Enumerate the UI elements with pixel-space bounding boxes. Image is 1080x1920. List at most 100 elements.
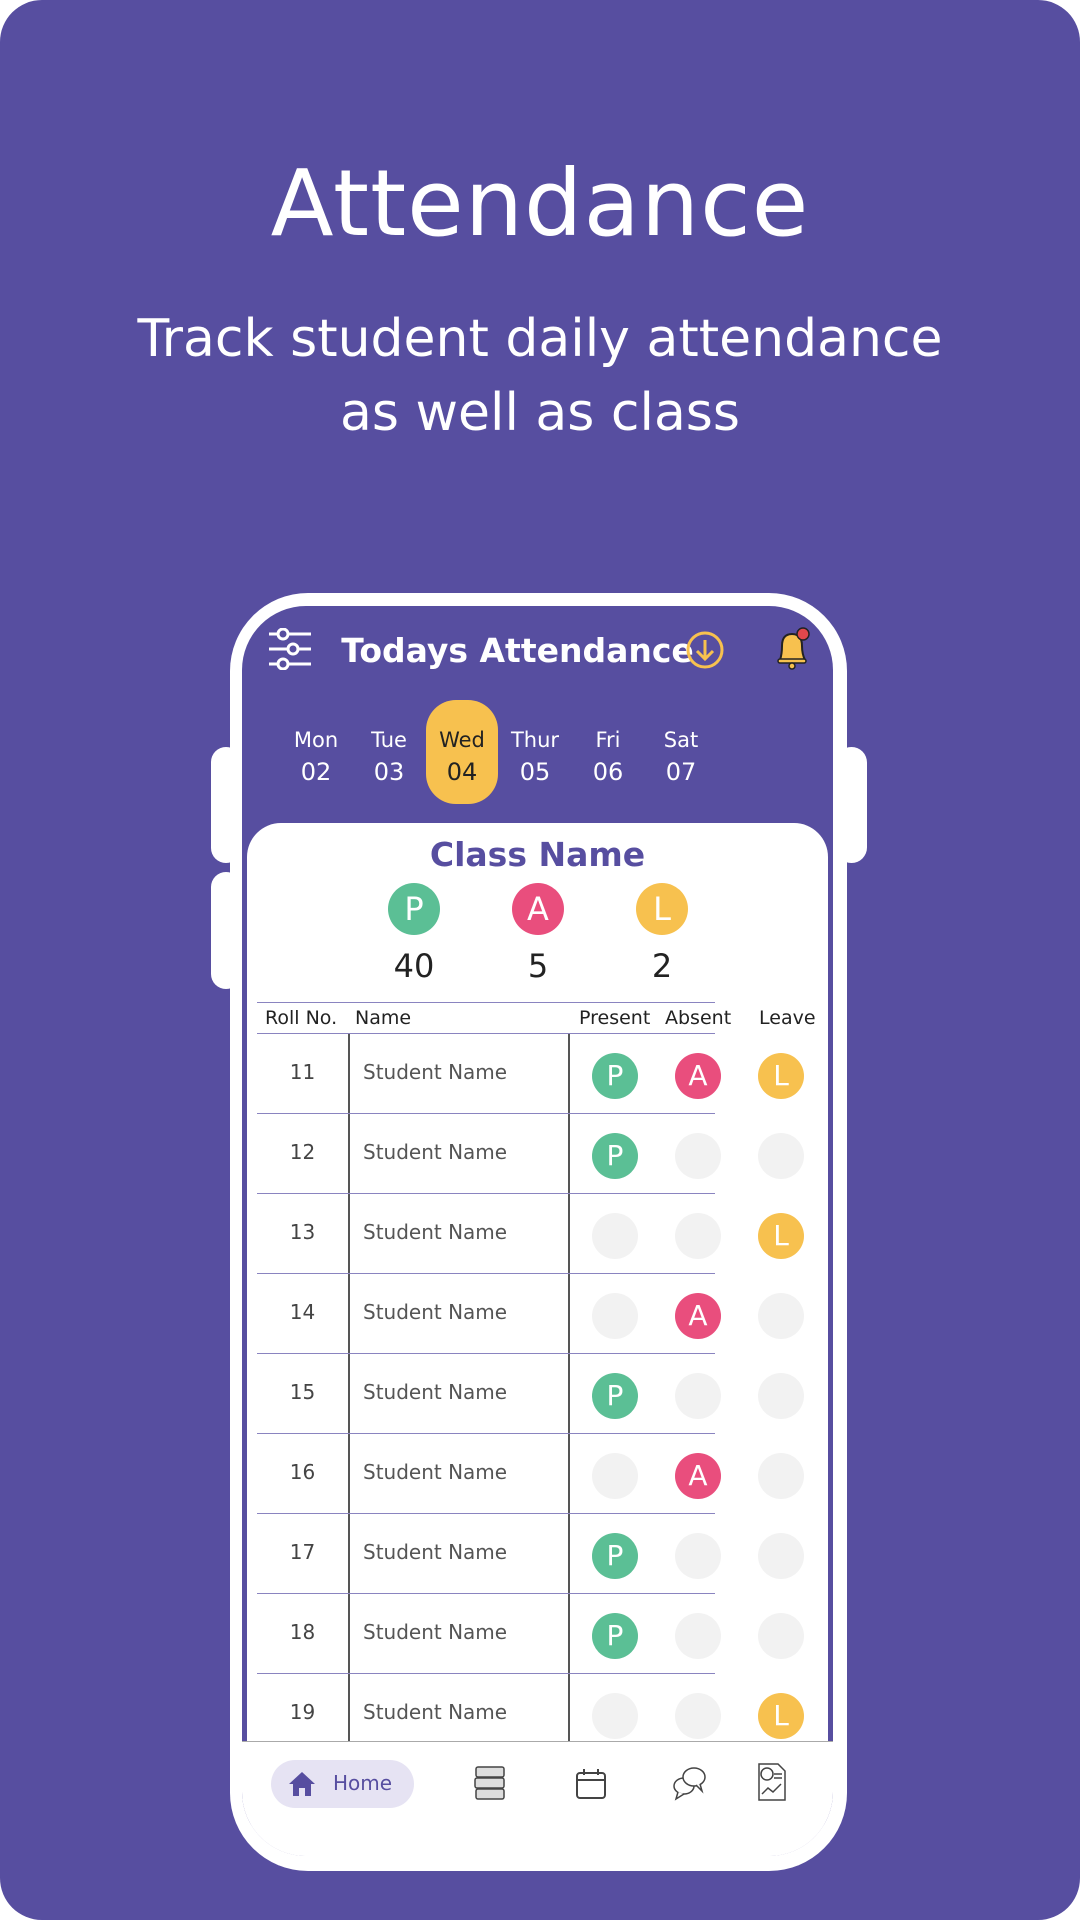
present-mark[interactable]: P: [592, 1133, 638, 1179]
day-name: Mon: [293, 728, 339, 752]
books-icon[interactable]: [473, 1764, 507, 1802]
leave-count: 2: [651, 947, 673, 985]
absent-mark[interactable]: A: [675, 1453, 721, 1499]
student-name: Student Name: [363, 1380, 508, 1404]
day-tue[interactable]: Tue 03: [353, 700, 425, 804]
student-name: Student Name: [363, 1620, 508, 1644]
roll-number: 19: [289, 1700, 316, 1724]
phone-screen: Todays Attendance Mon 02 Tue 03 Wed 04 Thur 05 F…: [242, 606, 833, 1856]
attendance-table: Roll No. Name Present Absent Leave 11 St…: [257, 1002, 816, 1754]
student-name: Student Name: [363, 1300, 508, 1324]
day-thur[interactable]: Thur 05: [499, 700, 571, 804]
hero-subtitle: Track student daily attendance as well as…: [0, 302, 1080, 450]
day-fri[interactable]: Fri 06: [572, 700, 644, 804]
present-mark-empty[interactable]: [592, 1293, 638, 1339]
column-divider: [348, 1114, 350, 1193]
bell-notification-icon[interactable]: [774, 626, 810, 670]
column-divider: [348, 1354, 350, 1433]
header-roll: Roll No.: [265, 1007, 338, 1029]
leave-mark[interactable]: L: [758, 1213, 804, 1259]
calendar-icon[interactable]: [574, 1767, 608, 1801]
column-divider: [568, 1194, 570, 1273]
absent-mark-empty[interactable]: [675, 1693, 721, 1739]
day-date: 02: [300, 758, 332, 786]
column-divider: [568, 1594, 570, 1673]
table-row: 12 Student Name P: [257, 1114, 804, 1194]
header-leave: Leave: [759, 1007, 816, 1029]
leave-mark-empty[interactable]: [758, 1533, 804, 1579]
present-summary-badge: P: [388, 883, 440, 935]
chat-icon[interactable]: [672, 1764, 708, 1802]
leave-mark-empty[interactable]: [758, 1373, 804, 1419]
column-divider: [568, 1274, 570, 1353]
absent-mark[interactable]: A: [675, 1053, 721, 1099]
column-divider: [348, 1514, 350, 1593]
present-mark[interactable]: P: [592, 1613, 638, 1659]
day-name: Sat: [663, 728, 699, 752]
leave-mark-empty[interactable]: [758, 1293, 804, 1339]
student-name: Student Name: [363, 1700, 508, 1724]
column-divider: [568, 1034, 570, 1113]
table-row: 16 Student Name A: [257, 1434, 804, 1514]
absent-mark[interactable]: A: [675, 1293, 721, 1339]
present-mark[interactable]: P: [592, 1053, 638, 1099]
absent-mark-empty[interactable]: [675, 1533, 721, 1579]
report-icon[interactable]: [756, 1762, 788, 1802]
header-absent: Absent: [665, 1007, 732, 1029]
present-mark[interactable]: P: [592, 1373, 638, 1419]
leave-mark-empty[interactable]: [758, 1613, 804, 1659]
column-divider: [348, 1034, 350, 1113]
leave-mark-empty[interactable]: [758, 1453, 804, 1499]
present-mark-empty[interactable]: [592, 1693, 638, 1739]
nav-home[interactable]: Home: [271, 1760, 414, 1808]
table-row: 14 Student Name A: [257, 1274, 804, 1354]
leave-mark-empty[interactable]: [758, 1133, 804, 1179]
present-mark-empty[interactable]: [592, 1213, 638, 1259]
leave-mark[interactable]: L: [758, 1053, 804, 1099]
attendance-card: Class Name P A L 40 5 2 Roll No. Name Pr…: [247, 823, 828, 1856]
day-date: 07: [665, 758, 697, 786]
table-header: Roll No. Name Present Absent Leave: [257, 1002, 816, 1034]
absent-mark-empty[interactable]: [675, 1133, 721, 1179]
table-row: 17 Student Name P: [257, 1514, 804, 1594]
hero-title: Attendance: [270, 150, 810, 257]
student-name: Student Name: [363, 1060, 508, 1084]
day-date: 05: [519, 758, 551, 786]
roll-number: 18: [289, 1620, 316, 1644]
day-wed[interactable]: Wed 04: [426, 700, 498, 804]
roll-number: 16: [289, 1460, 316, 1484]
column-divider: [348, 1594, 350, 1673]
absent-summary-badge: A: [512, 883, 564, 935]
day-name: Tue: [371, 728, 407, 752]
roll-number: 17: [289, 1540, 316, 1564]
column-divider: [348, 1194, 350, 1273]
absent-mark-empty[interactable]: [675, 1373, 721, 1419]
leave-mark[interactable]: L: [758, 1693, 804, 1739]
absent-mark-empty[interactable]: [675, 1613, 721, 1659]
absent-mark-empty[interactable]: [675, 1213, 721, 1259]
subtitle-line: Track student daily attendance: [137, 309, 943, 369]
roll-number: 14: [289, 1300, 316, 1324]
day-name: Fri: [595, 728, 621, 752]
screen-title: Todays Attendance: [341, 631, 694, 670]
roll-number: 15: [289, 1380, 316, 1404]
roll-number: 13: [289, 1220, 316, 1244]
column-divider: [568, 1114, 570, 1193]
table-row: 11 Student Name PAL: [257, 1034, 804, 1114]
student-name: Student Name: [363, 1540, 508, 1564]
day-sat[interactable]: Sat 07: [645, 700, 717, 804]
class-name: Class Name: [429, 835, 646, 874]
present-count: 40: [393, 947, 435, 985]
day-date: 04: [446, 758, 478, 786]
day-mon[interactable]: Mon 02: [280, 700, 352, 804]
download-circle-icon[interactable]: [685, 630, 725, 670]
present-mark[interactable]: P: [592, 1533, 638, 1579]
table-row: 18 Student Name P: [257, 1594, 804, 1674]
column-divider: [568, 1434, 570, 1513]
home-icon: [289, 1772, 315, 1796]
table-row: 15 Student Name P: [257, 1354, 804, 1434]
present-mark-empty[interactable]: [592, 1453, 638, 1499]
absent-count: 5: [527, 947, 549, 985]
column-divider: [348, 1434, 350, 1513]
day-date: 03: [373, 758, 405, 786]
